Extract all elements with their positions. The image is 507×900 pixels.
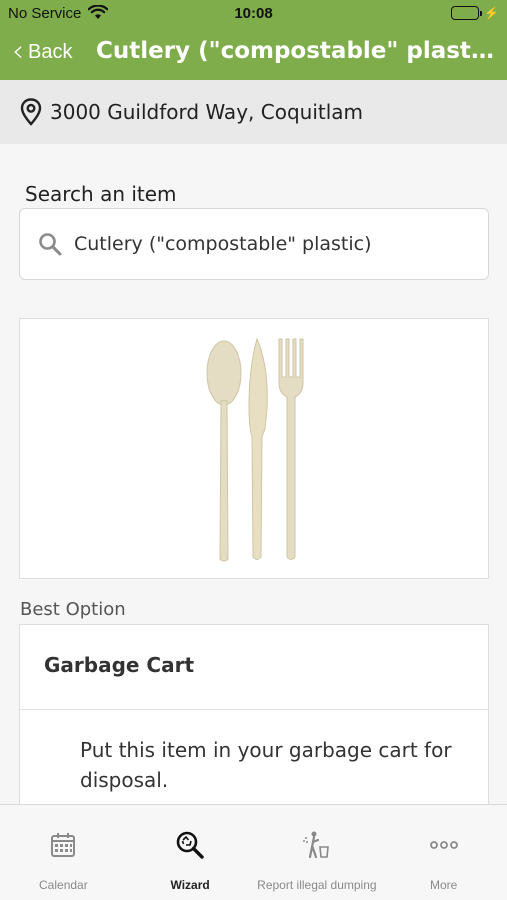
option-title: Garbage Cart bbox=[44, 653, 195, 677]
tab-report-illegal-dumping[interactable]: Report illegal dumping bbox=[254, 805, 381, 900]
clock: 10:08 bbox=[234, 5, 273, 22]
tab-label: Calendar bbox=[39, 878, 88, 892]
address-text: 3000 Guildford Way, Coquitlam bbox=[50, 100, 364, 124]
wizard-search-icon bbox=[176, 831, 204, 859]
address-bar[interactable]: 3000 Guildford Way, Coquitlam bbox=[0, 80, 507, 144]
battery-charging-icon: ⚡ bbox=[451, 6, 499, 20]
cutlery-image bbox=[206, 337, 304, 562]
navigation-bar: ‹ Back Cutlery ("compostable" plastic) bbox=[0, 28, 507, 80]
divider bbox=[20, 709, 488, 710]
chevron-left-icon: ‹ bbox=[12, 34, 24, 69]
tab-bar: Calendar Wizard Report illegal dumping M… bbox=[0, 804, 507, 900]
option-description: Put this item in your garbage cart for d… bbox=[80, 738, 452, 792]
status-bar: No Service 10:08 ⚡ bbox=[0, 0, 507, 28]
tab-more[interactable]: More bbox=[380, 805, 507, 900]
tab-label: Report illegal dumping bbox=[257, 878, 377, 892]
tab-label: Wizard bbox=[170, 878, 210, 892]
best-option-label: Best Option bbox=[20, 599, 126, 620]
calendar-icon bbox=[51, 833, 76, 857]
tab-label: More bbox=[429, 878, 458, 892]
search-input[interactable]: Cutlery ("compostable" plastic) bbox=[19, 208, 489, 280]
back-label: Back bbox=[28, 40, 73, 63]
location-pin-icon bbox=[20, 98, 42, 126]
more-icon bbox=[429, 841, 458, 849]
search-icon bbox=[39, 233, 62, 256]
back-button[interactable]: ‹ Back bbox=[12, 37, 72, 67]
search-label: Search an item bbox=[25, 182, 177, 206]
disposal-option-card[interactable]: Garbage Cart Put this item in your garba… bbox=[19, 624, 489, 824]
search-value: Cutlery ("compostable" plastic) bbox=[74, 233, 372, 255]
tab-calendar[interactable]: Calendar bbox=[0, 805, 127, 900]
tab-wizard[interactable]: Wizard bbox=[127, 805, 254, 900]
item-image-card bbox=[19, 318, 489, 579]
page-title: Cutlery ("compostable" plastic) bbox=[96, 38, 496, 64]
illegal-dumping-icon bbox=[302, 831, 329, 859]
